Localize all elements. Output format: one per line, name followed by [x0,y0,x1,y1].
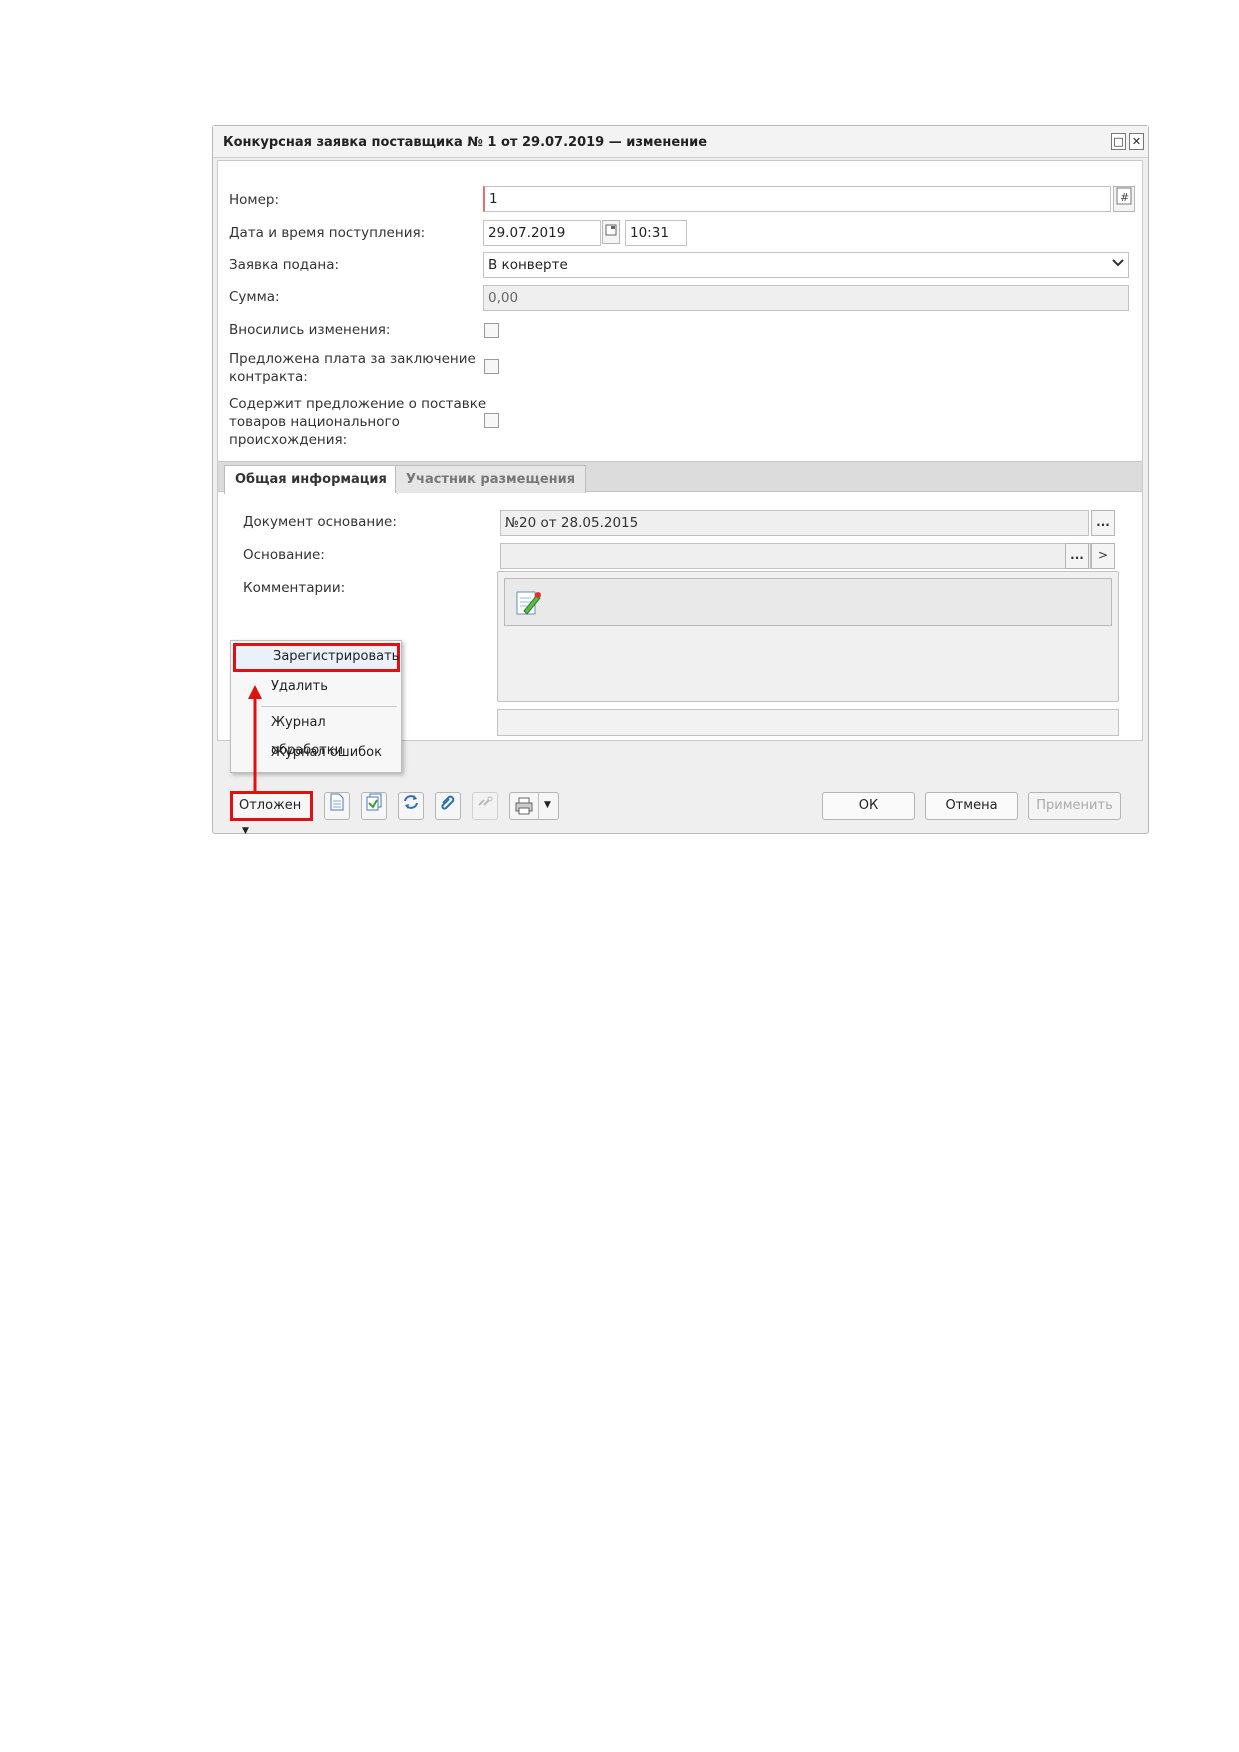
fee-checkbox[interactable] [484,359,499,374]
menu-separator [261,706,397,707]
comments-label: Комментарии: [243,580,346,596]
time-field[interactable]: 10:31 [625,220,687,246]
comments-extra-field [497,709,1119,736]
sum-field: 0,00 [483,285,1129,311]
copy-document-icon[interactable] [361,792,387,820]
status-button[interactable]: Отложен ▼ [230,791,313,836]
calendar-icon[interactable] [602,220,620,244]
fee-label-line1: Предложена плата за заключение [229,351,476,367]
basis-open-button[interactable]: > [1091,543,1115,569]
basis-label: Основание: [243,547,325,563]
number-generator-icon[interactable]: # [1113,186,1135,212]
date-label: Дата и время поступления: [229,225,426,241]
apply-button: Применить [1028,792,1121,820]
attachment-icon[interactable] [435,792,461,820]
number-label: Номер: [229,192,280,208]
number-field[interactable]: 1 [483,186,1111,212]
ok-button[interactable]: ОК [822,792,915,820]
tab-general[interactable]: Общая информация [224,465,398,494]
tab-strip: Общая информация Участник размещения [218,461,1142,494]
menu-item-register[interactable]: Зарегистрировать [233,643,400,672]
ellipsis-icon: ... [1070,548,1084,562]
doc-basis-field: №20 от 28.05.2015 [500,510,1089,536]
national-label-line3: происхождения: [229,432,348,448]
close-icon[interactable]: ✕ [1129,133,1144,150]
link-disabled-icon [472,792,498,820]
chevron-right-icon: > [1097,548,1109,562]
dialog-titlebar: Конкурсная заявка поставщика № 1 от 29.0… [213,126,1148,158]
cancel-button[interactable]: Отмена [925,792,1018,820]
national-label-line1: Содержит предложение о поставке [229,396,487,412]
date-field[interactable]: 29.07.2019 [483,220,601,246]
basis-select-button[interactable]: ... [1065,543,1089,569]
refresh-icon[interactable] [398,792,424,820]
dialog-title: Конкурсная заявка поставщика № 1 от 29.0… [223,135,708,150]
document-icon[interactable] [324,792,350,820]
edit-note-icon[interactable] [515,589,541,621]
chevron-down-icon[interactable]: ▼ [544,793,551,817]
tab-participant[interactable]: Участник размещения [395,465,587,493]
sum-label: Сумма: [229,289,280,305]
submitted-label: Заявка подана: [229,257,340,273]
changes-label: Вносились изменения: [229,322,391,338]
svg-text:#: # [1120,191,1129,204]
comments-toolbar [504,578,1112,626]
maximize-icon[interactable]: □ [1111,133,1126,150]
changes-checkbox[interactable] [484,323,499,338]
dropdown-arrow-icon: ▼ [242,826,249,836]
national-label-line2: товаров национального [229,414,400,430]
printer-icon [514,797,534,823]
doc-basis-label: Документ основание: [243,514,397,530]
national-checkbox[interactable] [484,413,499,428]
status-label: Отложен [239,798,302,813]
print-button[interactable]: ▼ [509,792,559,820]
chevron-down-icon[interactable] [1107,253,1128,277]
ellipsis-icon: ... [1096,515,1110,529]
annotation-arrow [248,685,262,791]
doc-basis-select-button[interactable]: ... [1091,510,1115,536]
submitted-select[interactable]: В конверте [483,252,1129,278]
basis-field [500,543,1091,569]
comments-area[interactable] [497,571,1119,702]
fee-label-line2: контракта: [229,369,308,385]
